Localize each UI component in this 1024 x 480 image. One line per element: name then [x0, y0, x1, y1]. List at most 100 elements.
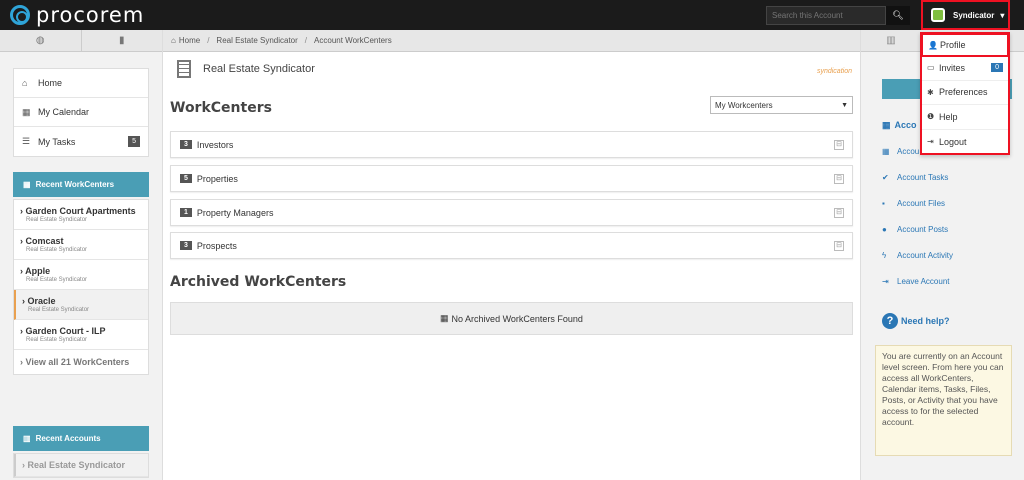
recent-workcenters-header: ▦ Recent WorkCenters	[13, 172, 149, 197]
workcenter-name: Oracle	[27, 296, 56, 306]
tasks-count-badge: 5	[128, 136, 140, 147]
menu-item-help[interactable]: ❶ Help	[922, 105, 1008, 130]
workcenter-account: Real Estate Syndicator	[26, 217, 88, 223]
account-posts-link[interactable]: ● Account Posts	[882, 225, 948, 234]
menu-item-profile[interactable]: 👤 Profile	[921, 33, 1009, 57]
workcenter-label: Prospects	[196, 240, 237, 251]
section-title: Acco	[894, 120, 917, 130]
workcenter-name: Comcast	[25, 236, 64, 246]
link-label: Account Posts	[897, 225, 949, 234]
account-calendar-link[interactable]: ▦ Accou	[882, 147, 919, 156]
list-item[interactable]: › Garden Court Apartments Real Estate Sy…	[14, 200, 148, 230]
recent-workcenters-list: › Garden Court Apartments Real Estate Sy…	[13, 199, 149, 375]
logo-text: procorem	[36, 3, 145, 27]
count-badge: 5	[180, 174, 192, 183]
comments-icon: ●	[882, 225, 887, 234]
workcenter-name: Apple	[25, 266, 51, 276]
expand-icon[interactable]: ⊟	[834, 208, 844, 218]
building-icon: ▥	[886, 35, 896, 46]
user-menu-toggle[interactable]: Syndicator ▾	[921, 0, 1010, 30]
workcenter-name: Garden Court - ILP	[25, 326, 106, 336]
leave-account-link[interactable]: ⇥ Leave Account	[882, 277, 949, 286]
workcenter-label: Investors	[196, 139, 234, 150]
list-item[interactable]: › Real Estate Syndicator	[14, 454, 148, 477]
grid-icon: ▦	[23, 180, 31, 189]
menu-label: Profile	[940, 40, 966, 50]
workcenter-account: Real Estate Syndicator	[26, 247, 88, 253]
building-icon	[177, 60, 191, 78]
menu-label: Invites	[939, 62, 966, 73]
workcenter-filter-select[interactable]: My Workcenters ▼	[710, 96, 853, 114]
breadcrumb-separator: /	[207, 36, 210, 45]
breadcrumb-account[interactable]: Real Estate Syndicator	[216, 36, 297, 45]
recent-accounts-list: › Real Estate Syndicator	[13, 453, 149, 478]
list-item[interactable]: › Oracle Real Estate Syndicator	[14, 290, 148, 320]
search-button[interactable]: 🔍︎	[886, 6, 910, 25]
file-icon: ▪	[882, 199, 885, 208]
nav-home[interactable]: ⌂ Home	[14, 69, 148, 98]
select-value: My Workcenters	[715, 100, 773, 110]
procorem-logo[interactable]: procorem	[10, 3, 144, 27]
list-item[interactable]: › Comcast Real Estate Syndicator	[14, 230, 148, 260]
list-item[interactable]: › Garden Court - ILP Real Estate Syndica…	[14, 320, 148, 350]
tab-account-info[interactable]: ▥	[861, 30, 921, 52]
grid-icon: ▦	[882, 120, 891, 130]
workcenter-row[interactable]: 3 Prospects ⊟	[170, 232, 853, 259]
view-all-workcenters-link[interactable]: › View all 21 WorkCenters	[14, 350, 148, 374]
page-title: WorkCenters	[170, 100, 272, 116]
brand-logo: syndication	[816, 68, 852, 75]
workcenter-label: Properties	[196, 173, 238, 184]
breadcrumb-home[interactable]: Home	[179, 36, 200, 45]
need-help-link[interactable]: ? Need help?	[882, 313, 950, 329]
breadcrumb-separator: /	[304, 36, 308, 45]
building-icon: ▥	[23, 434, 31, 443]
user-name: Syndicator	[953, 10, 995, 20]
breadcrumb-current: Account WorkCenters	[314, 36, 392, 45]
account-name: Real Estate Syndicator	[27, 460, 126, 470]
workcenter-row[interactable]: 3 Investors ⊟	[170, 131, 853, 158]
user-icon: 👤	[928, 40, 938, 50]
expand-icon[interactable]: ⊟	[834, 241, 844, 251]
left-sidebar: ◍ ▮ ⌂ Home ▦ My Calendar ☰ My Tasks 5 ▦ …	[0, 30, 163, 480]
top-bar: procorem 🔍︎ Syndicator ▾	[0, 0, 1024, 30]
link-label: Account Files	[897, 199, 946, 208]
workcenter-row[interactable]: 1 Property Managers ⊟	[170, 199, 853, 226]
menu-item-invites[interactable]: ▭ Invites 0	[922, 56, 1008, 81]
account-tasks-link[interactable]: ✔ Account Tasks	[882, 173, 948, 182]
chevron-down-icon: ▼	[841, 101, 848, 109]
question-icon: ?	[882, 313, 898, 329]
nav-label: My Calendar	[38, 107, 90, 117]
account-activity-link[interactable]: ϟ Account Activity	[882, 251, 953, 260]
account-files-link[interactable]: ▪ Account Files	[882, 199, 945, 208]
gear-icon: ✱	[927, 87, 934, 97]
left-sidebar-tabs: ◍ ▮	[0, 30, 162, 52]
nav-calendar[interactable]: ▦ My Calendar	[14, 98, 148, 127]
account-header: Real Estate Syndicator	[177, 60, 315, 78]
workcenter-label: Property Managers	[196, 207, 274, 218]
workcenter-row[interactable]: 5 Properties ⊟	[170, 165, 853, 192]
nav-tasks[interactable]: ☰ My Tasks 5	[14, 127, 148, 156]
logout-icon: ⇥	[927, 137, 934, 147]
link-label: Account Activity	[897, 251, 954, 260]
expand-icon[interactable]: ⊟	[834, 174, 844, 184]
link-label: Account Tasks	[897, 173, 949, 182]
list-item[interactable]: › Apple Real Estate Syndicator	[14, 260, 148, 290]
need-help-label: Need help?	[901, 316, 950, 326]
recent-accounts-header: ▥ Recent Accounts	[13, 426, 149, 451]
tab-bookmarks[interactable]: ▮	[80, 30, 163, 51]
menu-item-preferences[interactable]: ✱ Preferences	[922, 81, 1008, 105]
check-icon: ✔	[882, 173, 889, 182]
count-badge: 1	[180, 208, 192, 217]
search-input[interactable]	[766, 6, 886, 25]
expand-icon[interactable]: ⊟	[834, 140, 844, 150]
tasks-icon: ☰	[22, 136, 31, 146]
chevron-down-icon: ▾	[1000, 10, 1005, 20]
avatar	[931, 8, 945, 22]
empty-message: No Archived WorkCenters Found	[451, 313, 583, 324]
tab-accounts[interactable]: ◍	[0, 30, 81, 51]
grid-icon: ▦	[440, 313, 449, 323]
workcenter-name: Garden Court Apartments	[25, 206, 136, 216]
menu-item-logout[interactable]: ⇥ Logout	[922, 130, 1008, 155]
info-icon: ❶	[927, 112, 935, 122]
search-icon: 🔍︎	[892, 10, 904, 20]
